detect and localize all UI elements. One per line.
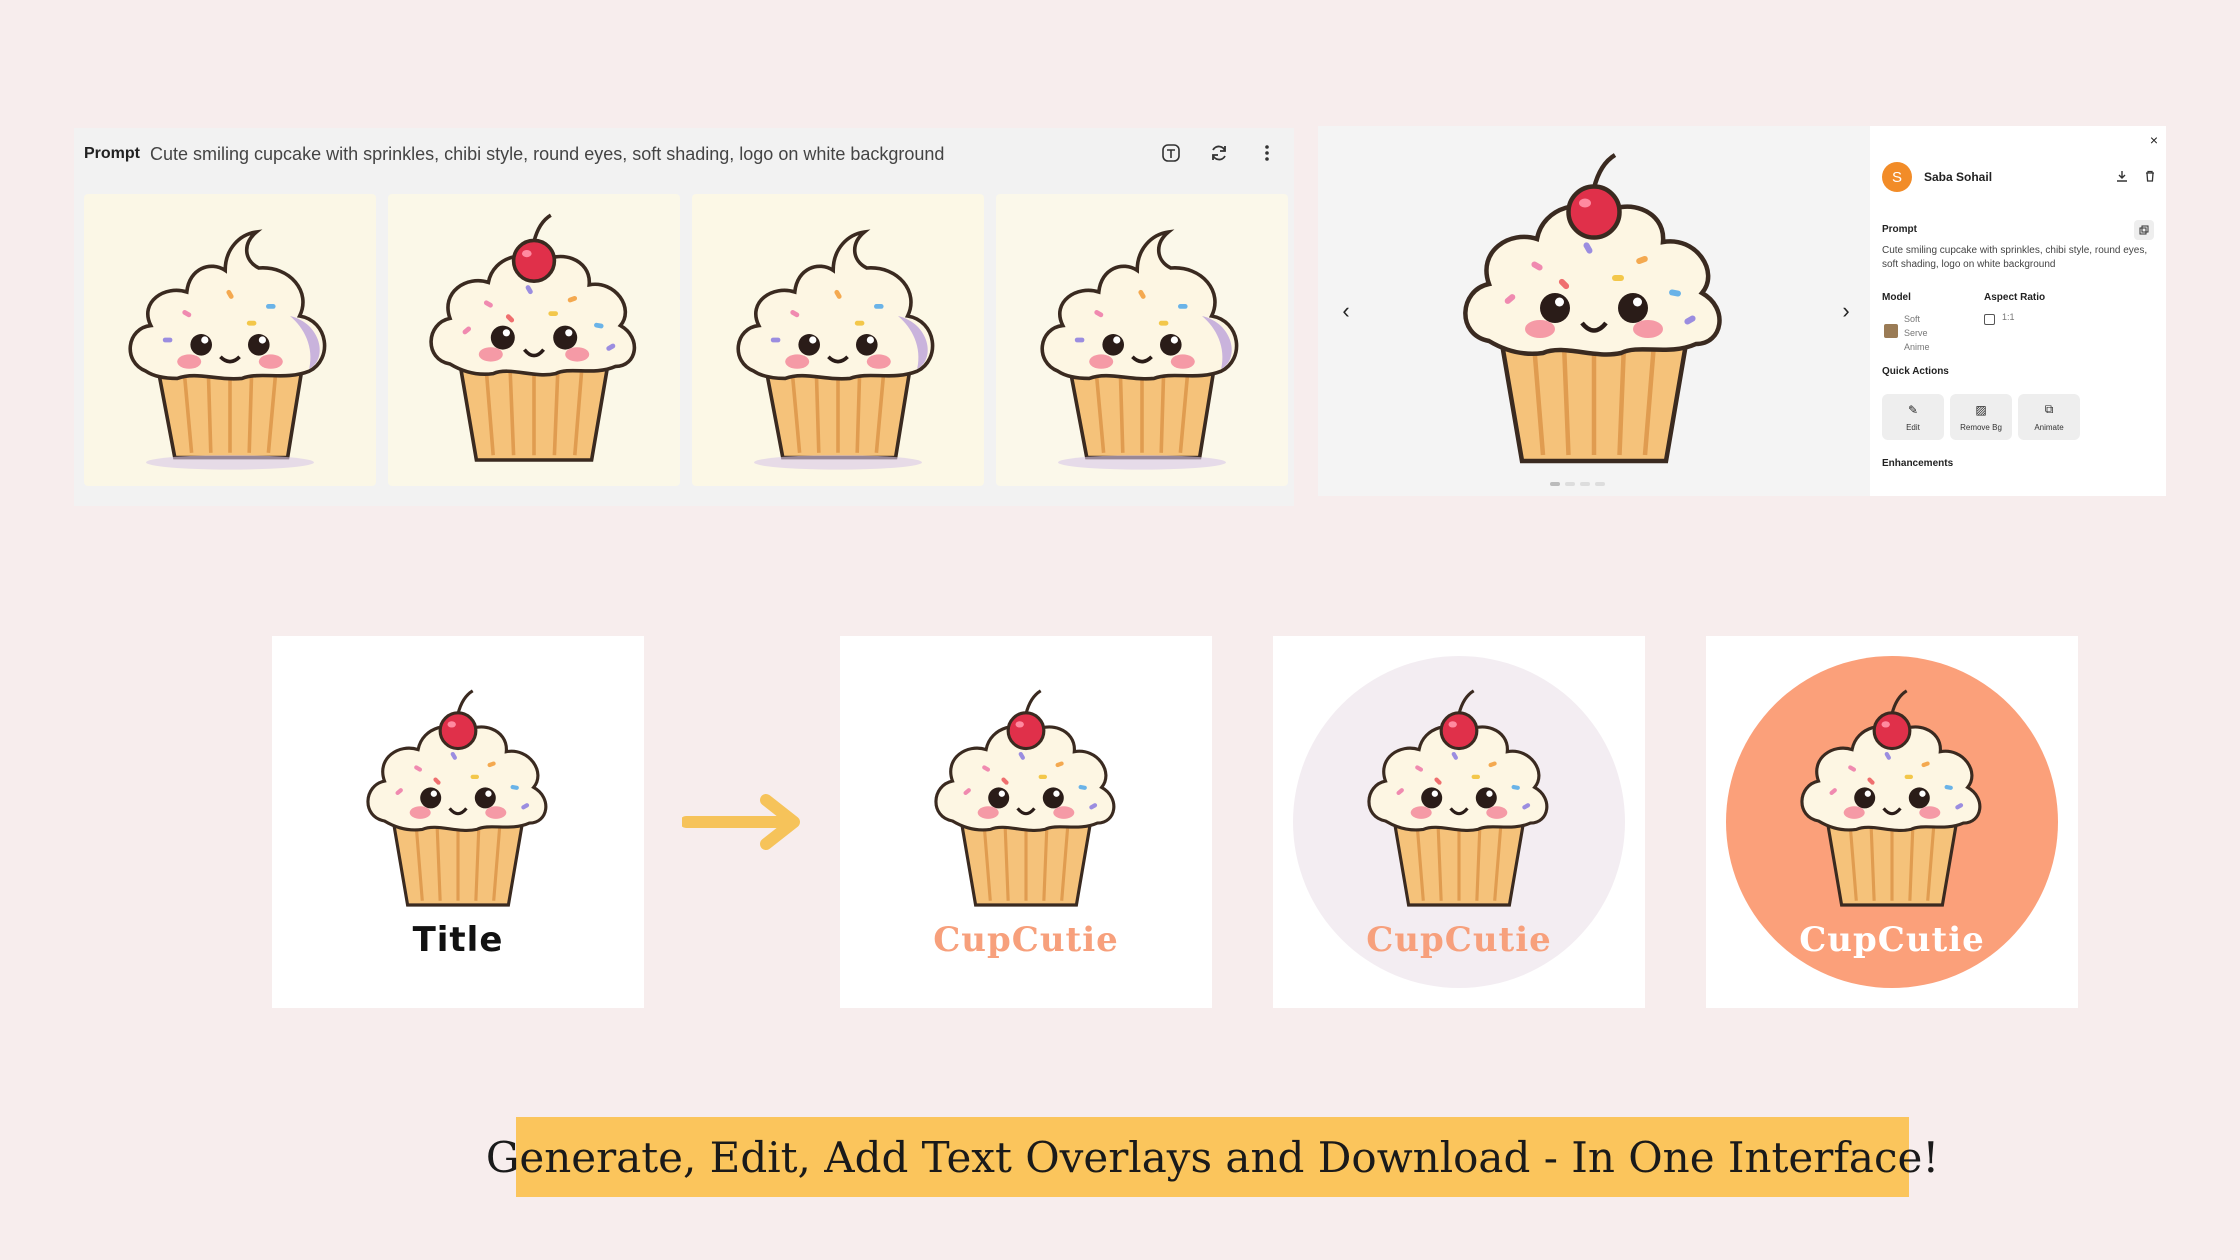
banner-text: Generate, Edit, Add Text Overlays and Do… xyxy=(485,1132,1940,1182)
prompt-toolbar xyxy=(1158,140,1280,166)
user-row: S Saba Sohail xyxy=(1882,162,1992,192)
edit-button[interactable]: ✎ Edit xyxy=(1882,394,1944,440)
remove-bg-icon: ▨ xyxy=(1975,402,1987,417)
generated-thumbnails xyxy=(84,194,1288,486)
edit-label: Edit xyxy=(1906,422,1920,432)
aspect-ratio-checkbox[interactable] xyxy=(1984,314,1995,325)
title-placeholder-card: Title xyxy=(272,636,644,1008)
remove-bg-label: Remove Bg xyxy=(1960,422,2002,432)
card-title: Title xyxy=(412,920,504,960)
cupcake-image xyxy=(110,208,350,472)
text-icon[interactable] xyxy=(1158,140,1184,166)
generated-image-2[interactable] xyxy=(388,194,680,486)
card-content: Title xyxy=(353,684,563,960)
remove-bg-button[interactable]: ▨ Remove Bg xyxy=(1950,394,2012,440)
details-panel: × S Saba Sohail Prompt Cute smiling cupc… xyxy=(1870,126,2166,496)
brand-title: CupCutie xyxy=(1366,920,1552,960)
cupcake-image xyxy=(1022,208,1262,472)
aspect-ratio-label: Aspect Ratio xyxy=(1984,292,2046,303)
brand-title: CupCutie xyxy=(1799,920,1985,960)
generated-image-3[interactable] xyxy=(692,194,984,486)
prompt-panel: Prompt Cute smiling cupcake with sprinkl… xyxy=(74,128,1294,506)
feature-banner: Generate, Edit, Add Text Overlays and Do… xyxy=(486,1117,1939,1197)
trash-icon[interactable] xyxy=(2144,170,2156,185)
image-actions xyxy=(2116,170,2156,185)
model-label: Model xyxy=(1882,292,1911,303)
card-content: CupCutie xyxy=(1787,684,1997,960)
generated-image-4[interactable] xyxy=(996,194,1288,486)
card-content: CupCutie xyxy=(921,684,1131,960)
generated-image-1[interactable] xyxy=(84,194,376,486)
logo-card-orange: CupCutie xyxy=(1706,636,2078,1008)
arrow-right-icon xyxy=(682,794,800,850)
quick-actions: ✎ Edit ▨ Remove Bg ⧉ Animate xyxy=(1882,394,2080,440)
cupcake-image xyxy=(353,684,563,916)
pager-dot[interactable] xyxy=(1595,482,1605,486)
model-thumbnail xyxy=(1884,324,1898,338)
next-image-button[interactable]: › xyxy=(1834,298,1858,324)
brand-title: CupCutie xyxy=(933,920,1119,960)
animate-button[interactable]: ⧉ Animate xyxy=(2018,394,2080,440)
prompt-detail-text: Cute smiling cupcake with sprinkles, chi… xyxy=(1882,245,2148,270)
viewer-image xyxy=(1438,126,1750,496)
close-icon[interactable]: × xyxy=(2150,132,2158,148)
animate-icon: ⧉ xyxy=(2044,402,2054,416)
animate-label: Animate xyxy=(2034,423,2064,432)
quick-actions-label: Quick Actions xyxy=(1882,366,1949,377)
username: Saba Sohail xyxy=(1924,170,1993,184)
avatar: S xyxy=(1882,162,1912,192)
pager-dot[interactable] xyxy=(1565,482,1575,486)
prompt-label: Prompt xyxy=(84,145,140,162)
cupcake-image xyxy=(718,208,958,472)
image-pager xyxy=(1550,482,1605,486)
card-content: CupCutie xyxy=(1354,684,1564,960)
copy-icon[interactable] xyxy=(2134,220,2154,240)
enhancements-label: Enhancements xyxy=(1882,458,1954,469)
refresh-icon[interactable] xyxy=(1206,140,1232,166)
cupcake-image xyxy=(1354,684,1564,916)
download-icon[interactable] xyxy=(2116,170,2128,185)
model-value: Soft Serve Anime xyxy=(1904,314,1930,352)
cupcake-image xyxy=(921,684,1131,916)
cupcake-image xyxy=(414,208,654,472)
more-vertical-icon[interactable] xyxy=(1254,140,1280,166)
logo-card-lavender: CupCutie xyxy=(1273,636,1645,1008)
aspect-ratio-value: 1:1 xyxy=(2002,312,2015,322)
cupcake-image xyxy=(1787,684,1997,916)
prompt-section-label: Prompt xyxy=(1882,224,1917,235)
prev-image-button[interactable]: ‹ xyxy=(1334,298,1358,324)
pager-dot[interactable] xyxy=(1580,482,1590,486)
cupcake-image xyxy=(1444,146,1744,476)
prompt-text[interactable]: Cute smiling cupcake with sprinkles, chi… xyxy=(150,144,944,165)
image-viewer: ‹ › xyxy=(1318,126,1870,496)
logo-card-plain: CupCutie xyxy=(840,636,1212,1008)
prompt-bar: Prompt Cute smiling cupcake with sprinkl… xyxy=(74,128,1294,180)
pager-dot[interactable] xyxy=(1550,482,1560,486)
pencil-icon: ✎ xyxy=(1907,402,1919,417)
